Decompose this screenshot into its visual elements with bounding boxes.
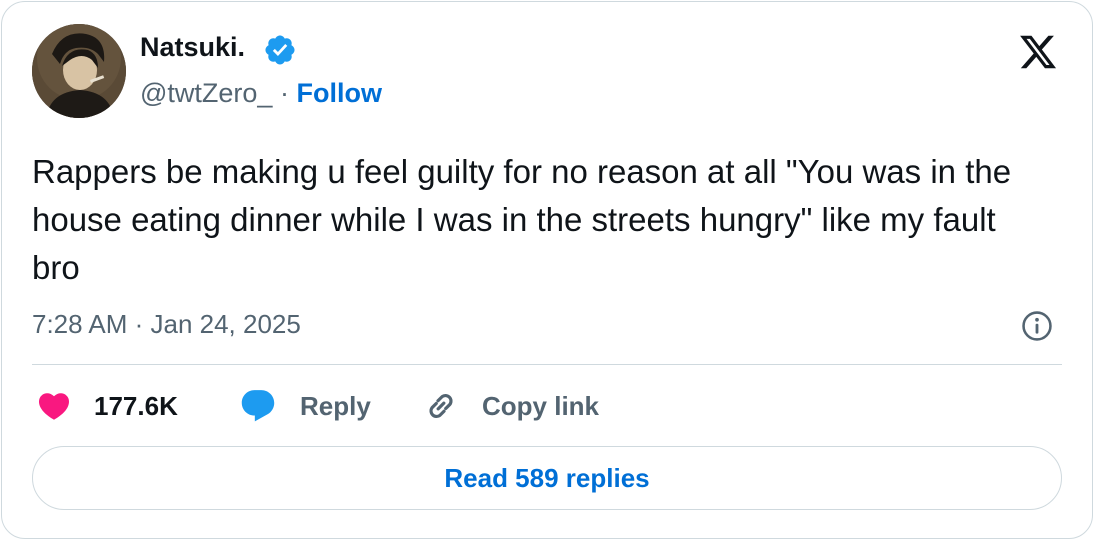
tweet-timestamp[interactable]: 7:28 AM · Jan 24, 2025 <box>32 309 301 340</box>
handle-row: @twtZero_ · Follow <box>140 78 382 109</box>
x-logo-icon[interactable] <box>1016 32 1060 72</box>
reply-button[interactable]: Reply <box>238 385 371 427</box>
follow-button[interactable]: Follow <box>296 78 381 108</box>
heart-icon <box>38 393 70 420</box>
reply-label: Reply <box>300 390 371 421</box>
like-button[interactable]: 177.6K <box>36 385 178 427</box>
copy-link-button[interactable]: Copy link <box>422 385 599 427</box>
divider <box>32 364 1062 365</box>
link-icon <box>429 393 453 419</box>
read-replies-button[interactable]: Read 589 replies <box>32 446 1062 510</box>
like-count: 177.6K <box>94 390 178 421</box>
copy-link-label: Copy link <box>482 390 600 421</box>
tweet-text: Rappers be making u feel guilty for no r… <box>32 153 1012 286</box>
display-name[interactable]: Natsuki. <box>140 32 245 63</box>
info-icon[interactable] <box>1020 309 1054 343</box>
avatar[interactable] <box>32 24 126 118</box>
user-handle[interactable]: @twtZero_ <box>140 78 272 108</box>
tweet-card: Natsuki. @twtZero_ · Follow Rappers be m… <box>1 1 1093 539</box>
separator-dot: · <box>279 78 289 108</box>
reply-bubble-icon <box>241 390 275 422</box>
verified-badge-icon <box>265 35 295 65</box>
